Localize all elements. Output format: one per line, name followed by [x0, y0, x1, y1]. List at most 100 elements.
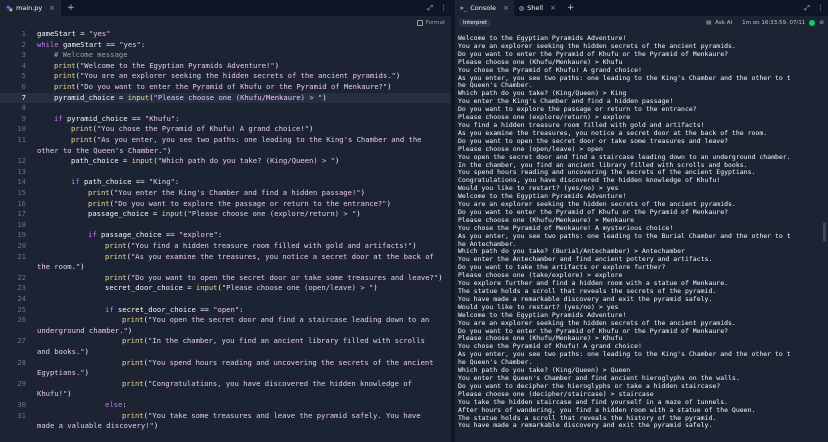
code-token: ) — [386, 198, 391, 208]
line-number: 28 — [17, 357, 26, 367]
code-token: "open" — [213, 304, 240, 314]
code-line[interactable]: 13 — [0, 167, 451, 178]
tab-console[interactable]: >_ Console × — [455, 0, 514, 16]
code-line[interactable]: 16 print("Do you want to explore the pass… — [0, 199, 451, 210]
line-number: 3 — [21, 50, 26, 60]
code-token: underground chamber." — [37, 325, 128, 335]
code-token: input — [195, 283, 218, 293]
code-line[interactable]: 8 — [0, 103, 451, 114]
clear-icon[interactable]: ⊘ — [819, 20, 824, 26]
code-line[interactable]: made a valuable discovery!") — [0, 421, 451, 432]
code-token: ) — [309, 124, 314, 134]
code-token: "Please choose one (Khufu/Menkaure) > " — [153, 92, 323, 102]
code-line[interactable]: 12 path_choice = input("Which path do you… — [0, 156, 451, 167]
more-options-icon[interactable]: ⋮ — [440, 4, 447, 12]
expand-icon[interactable]: ⤢ — [804, 4, 810, 13]
code-line[interactable]: 17 passage_choice = input("Please choose … — [0, 209, 451, 220]
format-icon[interactable] — [416, 19, 423, 26]
console-tab-actions: ⤢ ⋮ — [804, 0, 824, 16]
line-number: 2 — [21, 39, 26, 49]
code-line[interactable]: 5 print("You are an explorer seeking the … — [0, 71, 451, 82]
close-tab-icon[interactable]: × — [503, 4, 509, 12]
code-line[interactable]: 28 print("You spend hours reading and unc… — [0, 358, 451, 369]
line-number: 19 — [17, 230, 26, 240]
line-number: 21 — [17, 251, 26, 261]
code-token: print — [88, 188, 110, 197]
code-line[interactable]: 19 if passage_choice == "explore": — [0, 230, 451, 241]
more-options-icon[interactable]: ⋮ — [817, 4, 824, 12]
code-line[interactable]: 21 print("As you examine the treasures, y… — [0, 252, 451, 263]
code-text: and books.") — [37, 347, 437, 358]
code-line[interactable]: 30 else: — [0, 400, 451, 411]
code-token: : — [122, 400, 127, 409]
code-token: print — [122, 378, 144, 388]
code-line[interactable]: 4 print("Welcome to the Egyptian Pyramids… — [0, 61, 451, 72]
code-line[interactable]: 7 pyramid_choice = input("Please choose o… — [0, 92, 451, 104]
new-tab-icon[interactable]: + — [67, 3, 75, 13]
line-number: 10 — [17, 124, 26, 134]
code-text: print("Do you want to explore the passag… — [88, 199, 488, 210]
close-tab-icon[interactable]: × — [49, 4, 55, 12]
code-token: : — [175, 113, 180, 123]
code-token: the room." — [37, 262, 81, 272]
code-line[interactable]: 9 if pyramid_choice == "Khufu": — [0, 114, 451, 125]
code-text: # Welcome message — [54, 50, 454, 61]
code-line[interactable]: 24 — [0, 294, 451, 305]
code-token: "Please choose one (explore/return) > " — [187, 209, 357, 219]
code-line[interactable]: 15 print("You enter the King's Chamber an… — [0, 188, 451, 199]
code-line[interactable]: 3 # Welcome message — [0, 50, 451, 61]
line-number: 17 — [17, 209, 26, 219]
new-tab-icon[interactable]: + — [567, 3, 575, 13]
console-output[interactable]: Welcome to the Egyptian Pyramids Adventu… — [458, 35, 822, 442]
code-line[interactable]: and books.") — [0, 347, 451, 358]
code-line[interactable]: 6 print("Do you want to enter the Pyramid… — [0, 82, 451, 93]
tab-label: main.py — [16, 4, 43, 12]
code-line[interactable]: 22 print("Do you want to open the secret … — [0, 273, 451, 284]
code-line[interactable]: 2 while gameStart == "yes": — [0, 40, 451, 51]
code-token: "You are an explorer seeking the hidden … — [79, 71, 396, 81]
code-token: ) — [67, 389, 72, 399]
console-pane: >_ Console × ◎ Shell × + ⤢ ⋮ Interpret ▤… — [455, 0, 828, 442]
code-area[interactable]: 1 gameStart = "yes" 2 while gameStart == "y… — [0, 29, 451, 442]
code-token: pyramid_choice == — [62, 113, 145, 123]
code-line[interactable]: 20 print("You find a hidden treasure room… — [0, 241, 451, 252]
tab-main-py[interactable]: main.py × — [0, 0, 62, 16]
code-line[interactable]: Khufu!") — [0, 389, 451, 400]
tab-shell[interactable]: ◎ Shell × — [514, 0, 561, 16]
code-token: print — [88, 198, 110, 208]
code-line[interactable]: other to the Queen's Chamber.") — [0, 146, 451, 157]
code-token: ) — [438, 272, 443, 282]
code-line[interactable]: 1 gameStart = "yes" — [0, 29, 451, 40]
code-token: pyramid_choice = — [54, 92, 128, 102]
console-toolbar: Interpret ▤ Ask AI 1m on 16:33:59, 07/11… — [455, 16, 828, 29]
code-line[interactable]: 23 secret_door_choice = input("Please cho… — [0, 283, 451, 294]
editor-toolbar: Format — [0, 16, 451, 29]
expand-icon[interactable]: ⤢ — [427, 4, 433, 13]
code-line[interactable]: 18 — [0, 220, 451, 231]
code-token: print — [122, 410, 144, 420]
interpret-button[interactable]: Interpret — [459, 18, 492, 27]
code-line[interactable]: 14 if path_choice == "King": — [0, 177, 451, 188]
code-token: passage_choice = — [88, 209, 162, 219]
code-line[interactable]: underground chamber.") — [0, 326, 451, 337]
code-line[interactable]: 10 print("You chose the Pyramid of Khufu!… — [0, 124, 451, 135]
code-token: input — [127, 92, 150, 102]
close-tab-icon[interactable]: × — [550, 4, 556, 12]
code-line[interactable]: the room.") — [0, 262, 451, 273]
code-line[interactable]: 11 print("As you enter, you see two paths… — [0, 135, 451, 146]
code-line[interactable]: 29 print("Congratulations, you have disco… — [0, 379, 451, 390]
code-text: Egyptians.") — [37, 368, 437, 379]
code-token: passage_choice == — [96, 230, 179, 240]
console-scrollbar[interactable] — [823, 222, 826, 242]
code-line[interactable]: 26 print("You open the secret door and fi… — [0, 315, 451, 326]
code-line[interactable]: 31 print("You take some treasures and lea… — [0, 411, 451, 422]
code-token: ) — [373, 283, 378, 293]
code-line[interactable]: Egyptians.") — [0, 368, 451, 379]
code-line[interactable]: 25 if secret_door_choice == "open": — [0, 305, 451, 316]
code-token: ) — [84, 368, 89, 378]
code-text: if pyramid_choice == "Khufu": — [54, 114, 454, 125]
format-button[interactable]: Format — [426, 20, 445, 26]
code-line[interactable]: 27 print("In the chamber, you find an anc… — [0, 336, 451, 347]
code-token: print — [54, 82, 76, 91]
ask-ai-button[interactable]: Ask AI — [715, 20, 732, 26]
